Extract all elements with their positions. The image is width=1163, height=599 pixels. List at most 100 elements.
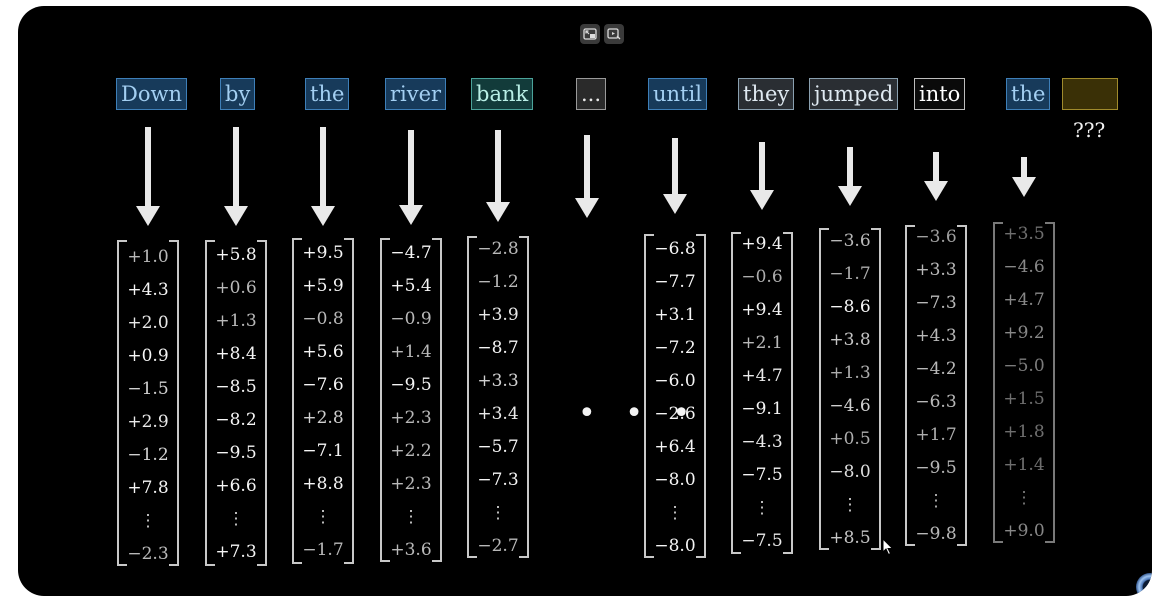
mouse-cursor-icon (882, 537, 894, 560)
vector-value: −7.1 (302, 441, 344, 461)
vector-value: −6.3 (915, 392, 957, 412)
vector-value: −4.2 (915, 359, 957, 379)
token-4: bank (471, 78, 534, 110)
vector-value: ⋮ (927, 491, 945, 511)
token-10: the (1006, 78, 1051, 110)
vector-value: +6.6 (215, 476, 257, 496)
vector-value: ⋮ (314, 507, 332, 527)
vector-value: +3.8 (829, 330, 871, 350)
vector-value: +5.8 (215, 245, 257, 265)
screen-share-icon (607, 28, 621, 40)
vector-value: +1.8 (1003, 422, 1045, 442)
vector-value: −7.5 (741, 531, 783, 551)
embedding-vector: +9.5 +5.9 −0.8 +5.6 −7.6 +2.8 −7.1 +8.8 ⋮ −1.7 (292, 238, 354, 564)
vector-value: +2.9 (127, 412, 169, 432)
token-1: by (220, 78, 256, 110)
vector-value: −8.7 (477, 338, 519, 358)
vector-value: −4.6 (829, 396, 871, 416)
vector-value: +3.5 (1003, 224, 1045, 244)
vector-value: +1.0 (127, 247, 169, 267)
vector-value: ⋮ (1015, 488, 1033, 508)
embedding-vector: +5.8 +0.6 +1.3 +8.4 −8.5 −8.2 −9.5 +6.6 ⋮ +7.3 (205, 240, 267, 566)
vector-value: +0.5 (829, 429, 871, 449)
vector-value: −0.8 (302, 309, 344, 329)
vector-value: −3.6 (915, 227, 957, 247)
vector-value: +5.4 (390, 276, 432, 296)
token-9: into (914, 78, 966, 110)
vector-value: +2.3 (390, 474, 432, 494)
empty-token-slot (1062, 78, 1118, 110)
omitted-vectors-ellipsis: • • • (578, 396, 701, 431)
vector-value: +2.1 (741, 333, 783, 353)
vector-value: −6.0 (654, 371, 696, 391)
vector-value: +4.3 (915, 326, 957, 346)
down-arrow-icon (836, 147, 864, 206)
embedding-vector: +9.4 −0.6 +9.4 +2.1 +4.7 −9.1 −4.3 −7.5 ⋮ −7.5 (731, 232, 793, 554)
vector-value: +7.8 (127, 478, 169, 498)
vector-value: +4.7 (1003, 290, 1045, 310)
exit-pip-button[interactable] (580, 24, 600, 44)
vector-value: −9.5 (915, 458, 957, 478)
vector-value: −8.0 (654, 536, 696, 556)
vector-value: −8.2 (215, 410, 257, 430)
vector-value: +2.3 (390, 408, 432, 428)
vector-value: +9.2 (1003, 323, 1045, 343)
vector-value: −4.6 (1003, 257, 1045, 277)
vector-value: +5.9 (302, 276, 344, 296)
embedding-vector: −4.7 +5.4 −0.9 +1.4 −9.5 +2.3 +2.2 +2.3 ⋮ +3.6 (380, 238, 442, 562)
vector-value: +3.3 (915, 260, 957, 280)
vector-value: +8.8 (302, 474, 344, 494)
vector-value: −2.8 (477, 239, 519, 259)
vector-value: −7.3 (915, 293, 957, 313)
vector-value: +4.3 (127, 280, 169, 300)
down-arrow-icon (748, 142, 776, 210)
vector-value: ⋮ (489, 503, 507, 523)
player-controls (580, 24, 624, 44)
vector-value: +2.2 (390, 441, 432, 461)
embedding-vector: +3.5 −4.6 +4.7 +9.2 −5.0 +1.5 +1.8 +1.4 ⋮ +9.0 (993, 222, 1055, 543)
vector-value: +9.4 (741, 300, 783, 320)
vector-value: ⋮ (227, 509, 245, 529)
vector-value: +7.3 (215, 542, 257, 562)
vector-value: −9.8 (915, 524, 957, 544)
vector-value: −7.7 (654, 272, 696, 292)
embedding-vector: +1.0 +4.3 +2.0 +0.9 −1.5 +2.9 −1.2 +7.8 ⋮ −2.3 (117, 240, 179, 566)
token-2: the (305, 78, 350, 110)
vector-value: +3.4 (477, 404, 519, 424)
down-arrow-icon (922, 152, 950, 201)
vector-value: +1.3 (829, 363, 871, 383)
vector-value: −7.2 (654, 338, 696, 358)
token-0: Down (116, 78, 187, 110)
vector-value: −7.3 (477, 470, 519, 490)
assistant-orb-icon[interactable] (1136, 573, 1152, 596)
vector-value: +0.6 (215, 278, 257, 298)
down-arrow-icon (309, 127, 337, 226)
vector-value: +8.5 (829, 528, 871, 548)
down-arrow-icon (222, 127, 250, 226)
vector-value: +8.4 (215, 344, 257, 364)
vector-value: +9.4 (741, 234, 783, 254)
vector-value: −9.5 (215, 443, 257, 463)
unknown-token-label: ??? (1073, 118, 1106, 142)
vector-value: +1.4 (1003, 455, 1045, 475)
vector-value: +3.3 (477, 371, 519, 391)
vector-value: +1.3 (215, 311, 257, 331)
vector-value: +1.5 (1003, 389, 1045, 409)
vector-value: −1.7 (829, 264, 871, 284)
vector-value: +0.9 (127, 346, 169, 366)
embedding-vector: −2.8 −1.2 +3.9 −8.7 +3.3 +3.4 −5.7 −7.3 ⋮ −2.7 (467, 236, 529, 558)
vector-value: +1.7 (915, 425, 957, 445)
vector-value: −5.7 (477, 437, 519, 457)
vector-value: −1.2 (127, 445, 169, 465)
vector-value: +2.0 (127, 313, 169, 333)
token-6: until (648, 78, 707, 110)
vector-value: −4.7 (390, 243, 432, 263)
screen-share-button[interactable] (604, 24, 624, 44)
vector-value: −1.2 (477, 272, 519, 292)
vector-value: −9.5 (390, 375, 432, 395)
vector-value: ⋮ (753, 498, 771, 518)
down-arrow-icon (1010, 157, 1038, 197)
vector-value: +6.4 (654, 437, 696, 457)
down-arrow-icon (661, 138, 689, 214)
vector-value: −7.6 (302, 375, 344, 395)
